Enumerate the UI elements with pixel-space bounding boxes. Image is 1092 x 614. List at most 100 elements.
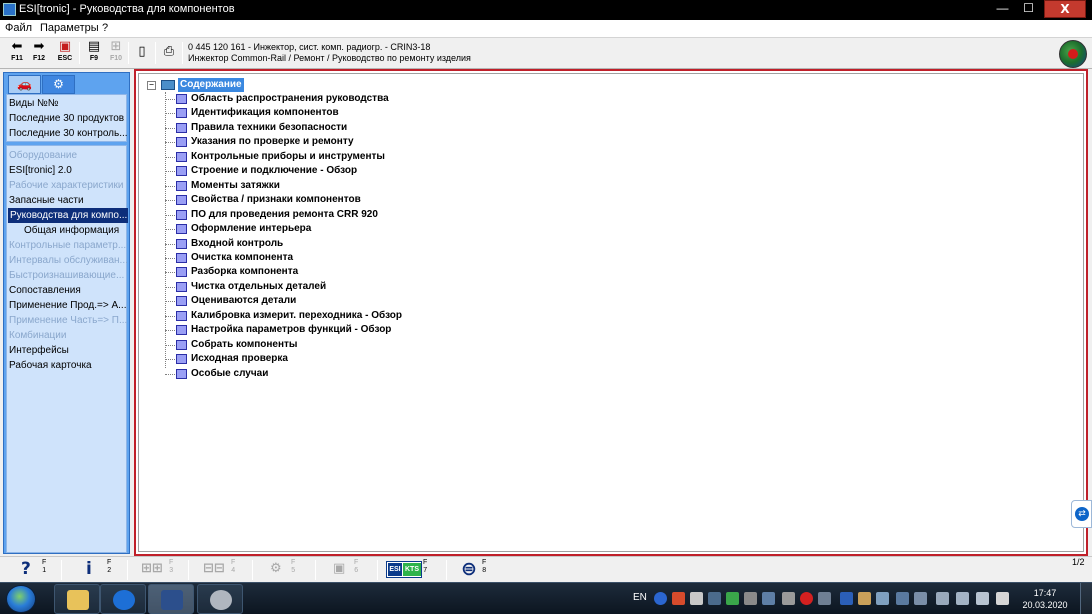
tree-item-label: Собрать компоненты xyxy=(191,338,298,350)
speaker-tray-icon[interactable] xyxy=(956,592,969,605)
manual-book-icon xyxy=(176,180,187,191)
network-tray-icon[interactable] xyxy=(858,592,871,605)
app-icon xyxy=(3,3,16,16)
sidebar-item-mappings[interactable]: Сопоставления xyxy=(9,283,127,298)
tree-view: − Содержание Область распространения рук… xyxy=(138,73,1084,552)
tab-component[interactable]: ⚙ xyxy=(42,75,75,94)
esi-kts-fkey: F 7 xyxy=(423,559,428,574)
keyboard-tray-icon[interactable] xyxy=(782,592,795,605)
maximize-icon: ☐ xyxy=(1023,1,1034,15)
paint-tray-icon[interactable] xyxy=(672,592,685,605)
taskbar-esitronic[interactable] xyxy=(148,584,194,614)
close-button[interactable]: X xyxy=(1044,0,1086,18)
print-button[interactable]: ⎙ xyxy=(158,40,180,66)
sidebar-item-part-usage: Применение Часть=> П... xyxy=(9,315,127,326)
content-pane: − Содержание Область распространения рук… xyxy=(134,69,1088,556)
sidebar-item-spare-parts[interactable]: Запасные части xyxy=(9,193,127,208)
esc-button[interactable]: ▣ ESC xyxy=(54,40,76,66)
maximize-button[interactable]: ☐ xyxy=(1016,0,1041,18)
screen-tray-icon[interactable] xyxy=(896,592,909,605)
esi-kts-button[interactable]: ESI KTS F 7 xyxy=(386,559,434,581)
manual-book-icon xyxy=(176,339,187,350)
menu-help[interactable]: ? xyxy=(102,22,108,34)
title-bar: ESI[tronic] - Руководства для компоненто… xyxy=(0,0,1092,20)
update-tray-icon[interactable] xyxy=(690,592,703,605)
usb-tray-icon[interactable] xyxy=(726,592,739,605)
sidebar-item-component-manuals[interactable]: Руководства для компо... xyxy=(8,208,128,223)
taskbar-explorer[interactable] xyxy=(54,584,100,614)
product-info: 0 445 120 161 - Инжектор, сист. комп. ра… xyxy=(188,42,471,64)
bosch-globe-logo[interactable] xyxy=(1059,40,1087,68)
taskbar: EN 17:47 20.03.2020 xyxy=(0,582,1092,614)
component-button[interactable]: ⚙ F 5 xyxy=(270,559,310,581)
app2-tray-icon[interactable] xyxy=(876,592,889,605)
sidebar-item-job-card[interactable]: Рабочая карточка xyxy=(9,358,127,373)
monitor-tray-icon[interactable] xyxy=(762,592,775,605)
minimize-button[interactable]: — xyxy=(990,0,1015,18)
manual-book-icon xyxy=(176,151,187,162)
gpu-tray-icon[interactable] xyxy=(708,592,721,605)
manual-book-icon xyxy=(176,310,187,321)
menu-file[interactable]: Файл xyxy=(5,22,32,34)
sidebar-item-interfaces[interactable]: Интерфейсы xyxy=(9,343,127,358)
tree-item-label: Свойства / признаки компонентов xyxy=(191,194,361,206)
bluetooth-tray-icon[interactable] xyxy=(840,592,853,605)
manual-book-icon xyxy=(176,94,187,104)
manual-book-icon xyxy=(176,195,187,206)
module-icon: ▣ xyxy=(333,561,346,576)
tree-item-label: Очистка компонента xyxy=(191,251,294,263)
sidebar-item-types[interactable]: Виды №№ xyxy=(9,96,127,111)
tab-vehicle[interactable]: 🚗 xyxy=(8,75,41,94)
circuit-fkey: F 3 xyxy=(169,559,174,574)
sidebar: 🚗 ⚙ Виды №№ Последние 30 продуктов После… xyxy=(3,72,130,554)
start-button[interactable] xyxy=(6,585,36,613)
teamviewer-side-tab[interactable]: ⇄ xyxy=(1071,500,1092,528)
tree-item-label: Область распространения руководства xyxy=(191,93,389,104)
list-button[interactable]: ▤ F9 xyxy=(83,40,105,66)
collapse-toggle[interactable]: − xyxy=(147,81,156,90)
document-icon: ▯ xyxy=(138,44,146,59)
tree-item-label: ПО для проведения ремонта CRR 920 xyxy=(191,208,378,220)
folder-tray-icon[interactable] xyxy=(818,592,831,605)
sidebar-item-last-products[interactable]: Последние 30 продуктов xyxy=(9,111,127,126)
forward-button[interactable]: ➡ F12 xyxy=(28,40,50,66)
sidebar-item-last-checks[interactable]: Последние 30 контроль... xyxy=(9,126,127,141)
taskbar-teamviewer[interactable] xyxy=(100,584,146,614)
language-indicator[interactable]: EN xyxy=(633,583,651,614)
sidebar-item-product-usage[interactable]: Применение Прод.=> А... xyxy=(9,298,127,313)
menu-parameters[interactable]: Параметры xyxy=(40,22,99,34)
menu-bar: Файл Параметры ? xyxy=(0,20,1092,37)
tree-item-label: Оформление интерьера xyxy=(191,223,312,235)
manual-book-icon xyxy=(176,325,187,336)
app-tray-icon[interactable] xyxy=(744,592,757,605)
drive-tray-icon[interactable] xyxy=(914,592,927,605)
module-button[interactable]: ▣ F 6 xyxy=(333,559,373,581)
clock[interactable]: 17:47 20.03.2020 xyxy=(1020,587,1070,611)
network2-tray-icon[interactable] xyxy=(976,592,989,605)
clock-date: 20.03.2020 xyxy=(1022,600,1068,610)
record-tray-icon[interactable] xyxy=(800,592,813,605)
esi-label: ESI xyxy=(388,563,402,576)
tree-root-label[interactable]: Содержание xyxy=(178,78,244,92)
toolbar: ⬅ F11 ➡ F12 ▣ ESC ▤ F9 ⊞ F10 ▯ ⎙ 0 445 1… xyxy=(0,37,1092,69)
back-button[interactable]: ⬅ F11 xyxy=(6,40,28,66)
document-button[interactable]: ▯ xyxy=(131,40,153,66)
engine-icon: ⚙ xyxy=(53,77,64,91)
sidebar-item-esitronic[interactable]: ESI[tronic] 2.0 xyxy=(9,163,127,178)
info-button[interactable]: i F 2 xyxy=(86,559,116,581)
manual-book-icon xyxy=(176,267,187,278)
show-desktop-button[interactable] xyxy=(1080,583,1092,614)
wiring-button[interactable]: ⊟⊟ F 4 xyxy=(203,559,243,581)
tree-button[interactable]: ⊞ F10 xyxy=(105,40,127,66)
circuit-button[interactable]: ⊞⊞ F 3 xyxy=(141,559,181,581)
flag-tray-icon[interactable] xyxy=(996,592,1009,605)
help-button[interactable]: ? F 1 xyxy=(21,559,51,581)
bosch-button[interactable]: ⊜ F 8 xyxy=(461,559,501,581)
wiring-fkey: F 4 xyxy=(231,559,236,574)
taskbar-cd-disc[interactable] xyxy=(197,584,243,614)
manual-book-icon xyxy=(176,224,187,235)
sidebar-item-general-info[interactable]: Общая информация xyxy=(24,223,128,238)
sidebar-item-wear-parts: Быстроизнашивающие... xyxy=(9,270,125,281)
printer-tray-icon[interactable] xyxy=(936,592,949,605)
help-tray-icon[interactable] xyxy=(654,592,667,605)
